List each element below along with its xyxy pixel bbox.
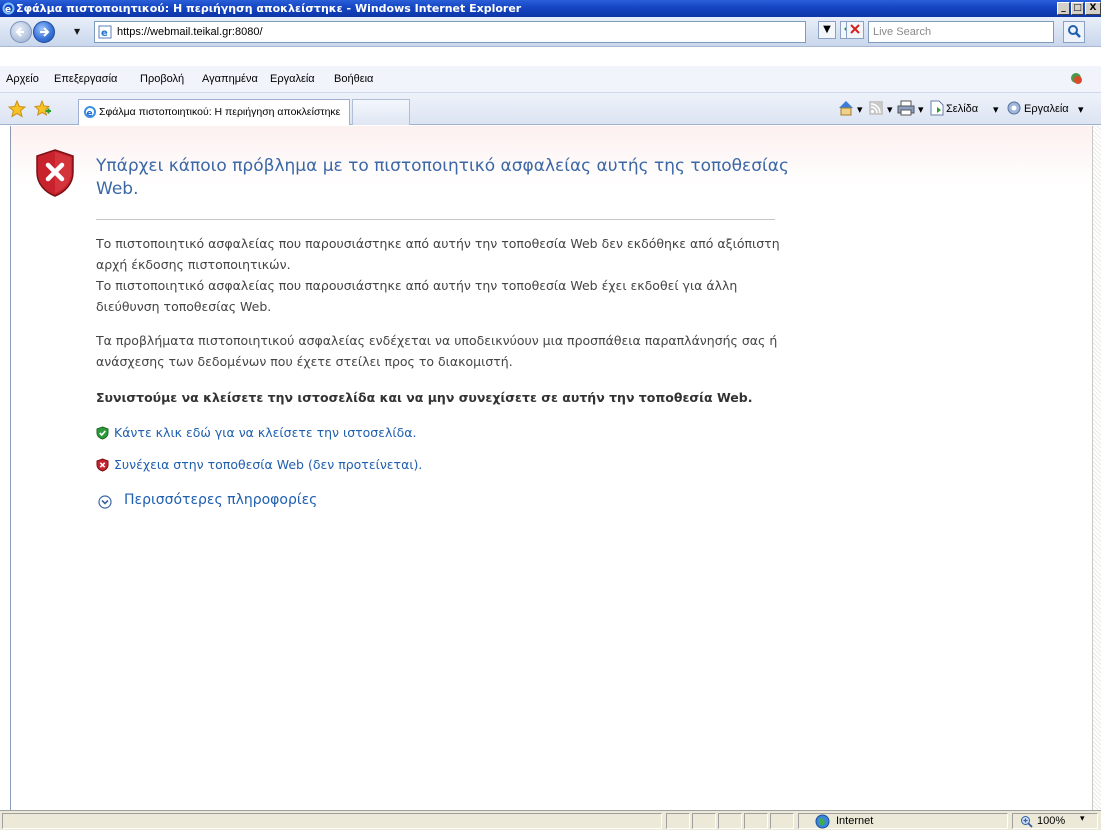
status-cell [692, 813, 716, 829]
feeds-icon[interactable] [868, 100, 884, 119]
address-dropdown-button[interactable]: ▼ [818, 21, 836, 39]
print-dropdown-icon[interactable]: ▾ [918, 103, 924, 116]
search-input[interactable]: Live Search [868, 21, 1054, 43]
print-icon[interactable] [897, 100, 915, 119]
minimize-button[interactable]: _ [1057, 2, 1070, 15]
tab-bar: e Σφάλμα πιστοποιητικού: Η περιήγηση απο… [0, 93, 1101, 125]
red-shield-x-icon [96, 458, 109, 475]
tools-menu-button[interactable]: Εργαλεία [1024, 103, 1069, 115]
status-cell [770, 813, 794, 829]
menu-view[interactable]: Προβολή [140, 73, 184, 85]
page-menu-dropdown-icon[interactable]: ▾ [993, 103, 999, 116]
page-menu-button[interactable]: Σελίδα [946, 103, 978, 115]
menu-bar: Αρχείο Επεξεργασία Προβολή Αγαπημένα Εργ… [0, 66, 1101, 93]
internet-globe-icon [815, 814, 830, 830]
new-tab-button[interactable] [352, 99, 410, 125]
continue-link-row[interactable]: Συνέχεια στην τοποθεσία Web (δεν προτείν… [96, 457, 422, 472]
tab-active[interactable]: e Σφάλμα πιστοποιητικού: Η περιήγηση απο… [78, 99, 350, 125]
status-cell [718, 813, 742, 829]
favorites-star-icon[interactable] [7, 99, 27, 121]
shield-error-icon [34, 148, 76, 201]
search-button[interactable] [1063, 21, 1085, 43]
back-button[interactable] [10, 21, 32, 43]
add-favorites-icon[interactable] [33, 99, 52, 121]
search-placeholder: Live Search [873, 26, 932, 38]
status-cell [666, 813, 690, 829]
forward-button[interactable] [33, 21, 55, 43]
cert-issue-untrusted: Το πιστοποιητικό ασφαλείας που παρουσιάσ… [96, 236, 780, 272]
expand-chevron-icon [98, 495, 112, 513]
home-dropdown-icon[interactable]: ▾ [857, 103, 863, 116]
security-zone-label: Internet [836, 815, 874, 827]
address-bar[interactable]: e https://webmail.teikal.gr:8080/ [94, 21, 806, 43]
back-arrow-icon [15, 27, 24, 37]
more-info-link-row[interactable]: Περισσότερες πληροφορίες [98, 492, 317, 509]
zoom-level[interactable]: 100% [1037, 815, 1065, 827]
page-icon: e [98, 25, 112, 42]
feeds-dropdown-icon[interactable]: ▾ [887, 103, 893, 116]
maximize-button[interactable]: □ [1071, 2, 1084, 15]
window-title: Σφάλμα πιστοποιητικού: Η περιήγηση αποκλ… [16, 2, 522, 15]
recommendation-text: Συνιστούμε να κλείσετε την ιστοσελίδα κα… [96, 390, 753, 405]
continue-link[interactable]: Συνέχεια στην τοποθεσία Web (δεν προτείν… [114, 457, 422, 472]
toolbar-options-icon[interactable] [1068, 70, 1086, 91]
stop-icon [850, 24, 860, 34]
close-page-link-row[interactable]: Κάντε κλικ εδώ για να κλείσετε την ιστοσ… [96, 425, 416, 440]
stop-button[interactable] [846, 21, 864, 39]
green-shield-check-icon [96, 426, 109, 443]
close-window-button[interactable]: X [1085, 2, 1101, 15]
menu-favorites[interactable]: Αγαπημένα [202, 73, 258, 85]
page-title: Υπάρχει κάποιο πρόβλημα με το πιστοποιητ… [96, 156, 789, 199]
tools-gear-icon [1006, 100, 1022, 119]
history-dropdown-icon[interactable]: ▼ [74, 27, 80, 36]
more-info-link[interactable]: Περισσότερες πληροφορίες [124, 492, 317, 508]
cert-warning-text: Τα προβλήματα πιστοποιητικού ασφαλείας ε… [96, 333, 778, 369]
window-title-bar: e Σφάλμα πιστοποιητικού: Η περιήγηση απο… [0, 0, 1101, 17]
cert-issue-mismatch: Το πιστοποιητικό ασφαλείας που παρουσιάσ… [96, 278, 738, 314]
menu-file[interactable]: Αρχείο [6, 73, 39, 85]
status-text-cell [2, 813, 662, 829]
address-toolbar: ▼ e https://webmail.teikal.gr:8080/ ▼ Li… [0, 17, 1101, 47]
status-bar: Internet 100% ▾ [0, 810, 1101, 830]
search-icon [1068, 25, 1081, 38]
divider [96, 219, 775, 220]
vertical-scrollbar[interactable] [1092, 126, 1101, 810]
zoom-dropdown-icon[interactable]: ▾ [1080, 814, 1085, 824]
tab-label: Σφάλμα πιστοποιητικού: Η περιήγηση αποκλ… [99, 106, 341, 118]
tools-dropdown-icon[interactable]: ▾ [1078, 103, 1084, 116]
menu-edit[interactable]: Επεξεργασία [54, 73, 117, 85]
zoom-icon [1020, 815, 1034, 830]
home-icon[interactable] [837, 99, 855, 120]
forward-arrow-icon [40, 27, 50, 37]
page-menu-icon [930, 100, 944, 119]
svg-text:e: e [5, 5, 11, 15]
tab-ie-icon: e [83, 105, 97, 122]
menu-tools[interactable]: Εργαλεία [270, 73, 315, 85]
status-cell [744, 813, 768, 829]
close-page-link[interactable]: Κάντε κλικ εδώ για να κλείσετε την ιστοσ… [114, 425, 416, 440]
svg-text:e: e [87, 109, 93, 119]
menu-help[interactable]: Βοήθεια [334, 73, 373, 85]
svg-text:e: e [101, 28, 108, 39]
url-text[interactable]: https://webmail.teikal.gr:8080/ [117, 26, 263, 38]
